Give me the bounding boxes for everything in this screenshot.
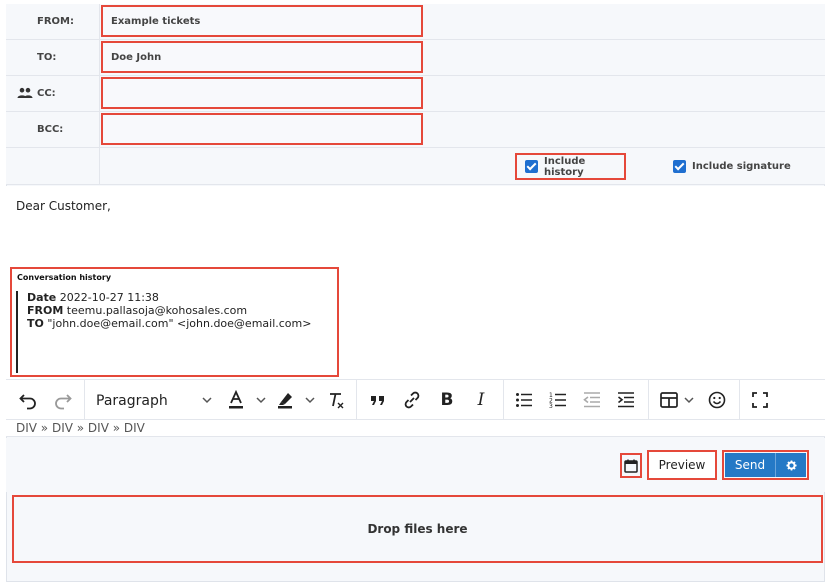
history-date-line: Date 2022-10-27 11:38 xyxy=(27,291,159,304)
element-path-bar: DIV » DIV » DIV » DIV xyxy=(6,420,825,437)
bcc-row: BCC: xyxy=(6,112,825,148)
include-history-toggle[interactable]: Include history xyxy=(515,153,626,180)
chevron-down-icon[interactable] xyxy=(201,394,213,406)
drop-zone-label: Drop files here xyxy=(367,522,468,536)
bold-icon[interactable]: B xyxy=(435,388,459,412)
quote-bar xyxy=(16,291,18,373)
redo-icon[interactable] xyxy=(51,388,75,412)
italic-icon[interactable]: I xyxy=(469,388,493,412)
cc-field[interactable] xyxy=(101,77,423,109)
cc-row: CC: xyxy=(6,76,825,112)
chevron-down-icon[interactable] xyxy=(304,394,316,406)
chevron-down-icon[interactable] xyxy=(255,394,267,406)
divider xyxy=(99,76,100,112)
highlight-icon[interactable] xyxy=(273,388,297,412)
include-signature-label: Include signature xyxy=(692,161,791,172)
include-history-checkbox[interactable] xyxy=(525,160,538,173)
toolbar-separator xyxy=(648,380,649,420)
emoji-icon[interactable] xyxy=(705,388,729,412)
history-to-line: TO "john.doe@email.com" <john.doe@email.… xyxy=(27,317,312,330)
divider xyxy=(99,4,100,40)
numbered-list-icon[interactable]: 123 xyxy=(546,388,570,412)
calendar-icon xyxy=(624,459,638,473)
schedule-button[interactable] xyxy=(620,453,642,478)
gear-icon xyxy=(785,459,797,471)
file-drop-zone[interactable]: Drop files here xyxy=(12,495,823,563)
bcc-field[interactable] xyxy=(101,113,423,145)
block-format-select[interactable]: Paragraph xyxy=(96,393,168,409)
blockquote-icon[interactable] xyxy=(366,388,390,412)
conversation-history[interactable]: Conversation history Date 2022-10-27 11:… xyxy=(10,267,339,377)
history-title: Conversation history xyxy=(17,273,112,282)
message-editor[interactable]: Dear Customer, Conversation history Date… xyxy=(6,186,825,380)
divider xyxy=(99,148,100,185)
divider xyxy=(99,112,100,148)
chevron-down-icon[interactable] xyxy=(683,394,695,406)
toolbar-separator xyxy=(84,380,85,420)
to-field[interactable]: Doe John xyxy=(101,41,423,73)
divider xyxy=(99,40,100,76)
undo-icon[interactable] xyxy=(16,388,40,412)
people-icon[interactable] xyxy=(17,87,33,99)
bullet-list-icon[interactable] xyxy=(512,388,536,412)
text-color-icon[interactable] xyxy=(224,388,248,412)
options-row: Include history Include signature xyxy=(6,148,825,185)
toolbar-separator xyxy=(739,380,740,420)
to-label: TO: xyxy=(37,52,57,63)
from-field[interactable]: Example tickets xyxy=(101,5,423,37)
greeting-text: Dear Customer, xyxy=(16,199,111,213)
preview-button[interactable]: Preview xyxy=(647,450,717,480)
send-button-group: Send xyxy=(722,450,809,480)
actions-bar: Preview Send xyxy=(6,438,825,492)
editor-toolbar: Paragraph B I 123 xyxy=(6,380,825,420)
to-row: TO: Doe John xyxy=(6,40,825,76)
include-signature-toggle[interactable]: Include signature xyxy=(673,160,791,173)
clear-format-icon[interactable] xyxy=(324,388,348,412)
cc-label: CC: xyxy=(37,88,56,99)
table-icon[interactable] xyxy=(657,388,681,412)
bcc-label: BCC: xyxy=(37,124,64,135)
from-row: FROM: Example tickets xyxy=(6,4,825,40)
send-button[interactable]: Send xyxy=(725,453,776,477)
history-from-line: FROM teemu.pallasoja@kohosales.com xyxy=(27,304,248,317)
include-history-label: Include history xyxy=(544,155,586,178)
toolbar-separator xyxy=(356,380,357,420)
link-icon[interactable] xyxy=(400,388,424,412)
include-signature-checkbox[interactable] xyxy=(673,160,686,173)
outdent-icon[interactable] xyxy=(580,388,604,412)
fullscreen-icon[interactable] xyxy=(748,388,772,412)
toolbar-separator xyxy=(503,380,504,420)
indent-icon[interactable] xyxy=(614,388,638,412)
send-options-button[interactable] xyxy=(776,453,806,477)
svg-text:3: 3 xyxy=(549,403,553,410)
from-label: FROM: xyxy=(37,16,74,27)
element-path[interactable]: DIV » DIV » DIV » DIV xyxy=(16,421,145,435)
